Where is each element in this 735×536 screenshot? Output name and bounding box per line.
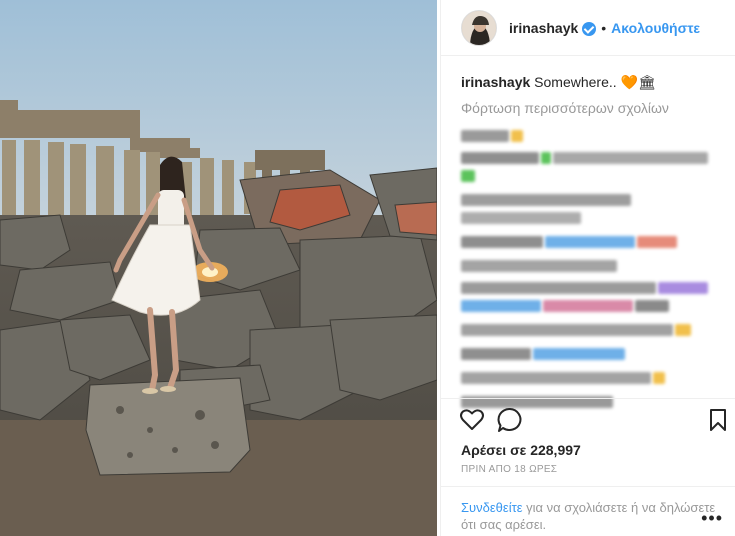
more-options-icon[interactable]: ••• — [701, 508, 723, 529]
blurred-comment — [461, 300, 721, 312]
blurred-comment — [461, 130, 721, 142]
login-prompt: Συνδεθείτε για να σχολιάσετε ή να δηλώσε… — [441, 486, 735, 536]
blurred-comment — [461, 236, 721, 248]
blurred-comment — [461, 372, 721, 384]
post-photo[interactable] — [0, 0, 437, 536]
blurred-comment — [461, 260, 721, 272]
blurred-comment — [461, 170, 721, 182]
post-actions-bar — [441, 398, 735, 438]
avatar-image — [462, 10, 496, 45]
header-username[interactable]: irinashayk — [509, 20, 578, 36]
blurred-comment — [461, 212, 721, 224]
verified-badge-icon — [582, 21, 597, 36]
login-link[interactable]: Συνδεθείτε — [461, 500, 523, 515]
post-caption: irinashayk Somewhere.. 🧡🏛 — [461, 72, 721, 92]
caption-text: Somewhere.. 🧡🏛 — [534, 74, 656, 90]
load-more-comments-link[interactable]: Φόρτωση περισσότερων σχολίων — [461, 100, 721, 116]
likes-count[interactable]: Αρέσει σε 228,997 — [461, 442, 581, 458]
post-header: irinashayk • Ακολουθήστε — [441, 0, 735, 56]
comment-bubble-icon[interactable] — [497, 407, 523, 438]
comments-section: irinashayk Somewhere.. 🧡🏛 Φόρτωση περισσ… — [461, 72, 721, 408]
blurred-comment — [461, 348, 721, 360]
blurred-comment — [461, 194, 721, 206]
bookmark-icon[interactable] — [709, 408, 727, 437]
post-timestamp[interactable]: ΠΡΙΝ ΑΠΟ 18 ΩΡΕΣ — [461, 464, 557, 475]
post-side-panel: irinashayk • Ακολουθήστε irinashayk Some… — [440, 0, 735, 536]
caption-username[interactable]: irinashayk — [461, 74, 530, 90]
blurred-comment — [461, 282, 721, 294]
blurred-comment — [461, 324, 721, 336]
separator-dot: • — [601, 19, 607, 36]
follow-button[interactable]: Ακολουθήστε — [611, 20, 700, 36]
temple-ruins-photo — [0, 0, 437, 536]
avatar[interactable] — [461, 9, 497, 46]
heart-outline-icon[interactable] — [459, 408, 485, 437]
blurred-comment — [461, 152, 721, 164]
